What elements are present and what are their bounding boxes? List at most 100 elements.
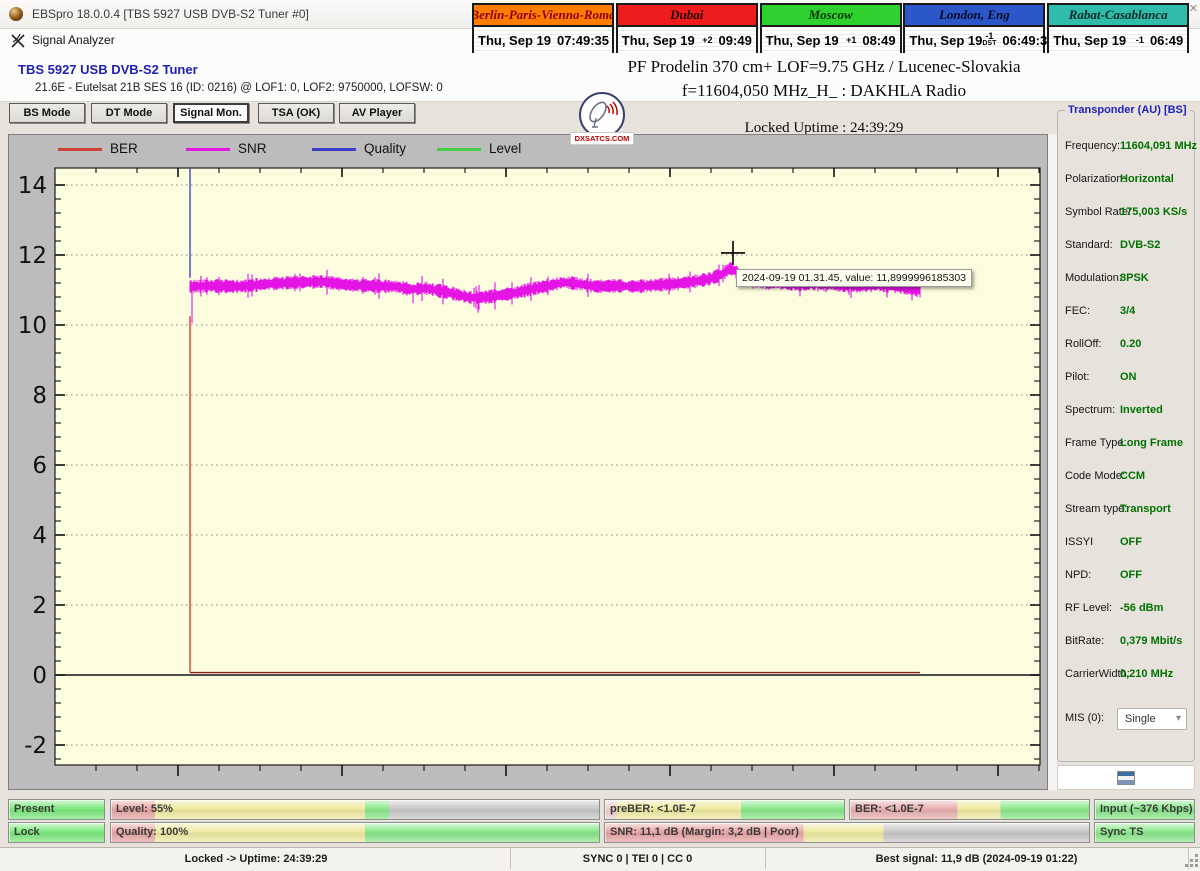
tp-value-10: CCM <box>1120 470 1145 482</box>
tp-value-6: 0.20 <box>1120 338 1141 350</box>
clock-rabat-casablanca: Rabat-Casablanca Thu, Sep 19 -1 06:49 <box>1047 3 1189 53</box>
tuner-name: TBS 5927 USB DVB-S2 Tuner <box>18 62 198 77</box>
clock-moscow: MoscowThu, Sep 19+108:49 <box>760 3 902 53</box>
mis-selected-value: Single <box>1125 713 1156 725</box>
status-syncts: Sync TS <box>1094 822 1195 843</box>
tp-label-6: RollOff: <box>1065 338 1101 350</box>
tp-label-8: Spectrum: <box>1065 404 1115 416</box>
tp-label-14: RF Level: <box>1065 602 1112 614</box>
tp-value-8: Inverted <box>1120 404 1163 416</box>
clock-offset: -1DST <box>982 32 996 48</box>
status-preber: preBER: <1.0E-7 <box>604 799 845 820</box>
frequency-line: f=11604,050 MHz_H_ : DAKHLA Radio <box>450 81 1198 101</box>
status-lock: Lock <box>8 822 105 843</box>
clock-city: Moscow <box>762 5 900 27</box>
tp-value-0: 11604,091 MHz <box>1120 140 1197 152</box>
tp-label-11: Stream type: <box>1065 503 1127 515</box>
transponder-title: Transponder (AU) [BS] <box>1065 104 1190 116</box>
clock-date: Thu, Sep 19 <box>909 33 982 48</box>
tp-label-4: Modulation: <box>1065 272 1122 284</box>
clock-city: Rabat-Casablanca <box>1049 5 1187 27</box>
tp-label-9: Frame Type: <box>1065 437 1127 449</box>
clock-time: 06:49 <box>1150 33 1183 48</box>
status-quality: Quality: 100% <box>110 822 600 843</box>
close-icon[interactable]: ✕ <box>1189 2 1198 15</box>
clock-date: Thu, Sep 19 <box>622 33 695 48</box>
tp-label-10: Code Mode: <box>1065 470 1125 482</box>
satellite-info: 21.6E - Eutelsat 21B SES 16 (ID: 0216) @… <box>35 82 443 94</box>
tp-label-7: Pilot: <box>1065 371 1089 383</box>
stream-list-button[interactable] <box>1057 765 1195 790</box>
dxsatcs-logo: DXSATCS.COM <box>570 92 634 148</box>
tp-label-13: NPD: <box>1065 569 1091 581</box>
tp-value-13: OFF <box>1120 569 1142 581</box>
window-title: EBSpro 18.0.0.4 [TBS 5927 USB DVB-S2 Tun… <box>32 7 309 21</box>
tp-value-9: Long Frame <box>1120 437 1183 449</box>
status-ber: BER: <1.0E-7 <box>849 799 1090 820</box>
tp-value-11: Transport <box>1120 503 1171 515</box>
dish-info-line: PF Prodelin 370 cm+ LOF=9.75 GHz / Lucen… <box>450 57 1198 77</box>
chart-tooltip: 2024-09-19 01.31.45, value: 11,899999618… <box>736 269 972 287</box>
menu-item-signal-analyzer[interactable]: Signal Analyzer <box>32 33 115 47</box>
status-snr: SNR: 11,1 dB (Margin: 3,2 dB | Poor) <box>604 822 1090 843</box>
stack-icon <box>1117 771 1135 785</box>
clock-offset: +2 <box>702 36 712 44</box>
clock-city: Berlin-Paris-Vienna-Roma <box>474 5 612 27</box>
clock-city: London, Eng <box>905 5 1043 27</box>
tp-label-0: Frequency: <box>1065 140 1120 152</box>
app-icon <box>9 7 23 21</box>
status-level: Level: 55% <box>110 799 600 820</box>
tab-av-player[interactable]: AV Player <box>339 103 415 123</box>
svg-text:4: 4 <box>32 523 47 549</box>
tp-value-5: 3/4 <box>1120 305 1135 317</box>
tp-label-3: Standard: <box>1065 239 1113 251</box>
svg-text:-2: -2 <box>24 733 47 759</box>
dish-info-block: PF Prodelin 370 cm+ LOF=9.75 GHz / Lucen… <box>450 57 1198 101</box>
tp-value-16: 0,210 MHz <box>1120 668 1173 680</box>
signal-plot[interactable]: -2 0 2 4 6 8 10 12 14 <box>8 134 1048 790</box>
tab-bs-mode[interactable]: BS Mode <box>9 103 85 123</box>
tp-value-14: -56 dBm <box>1120 602 1163 614</box>
tp-value-4: 8PSK <box>1120 272 1149 284</box>
clock-date: Thu, Sep 19 <box>1053 33 1126 48</box>
tp-value-3: DVB-S2 <box>1120 239 1160 251</box>
tp-label-5: FEC: <box>1065 305 1090 317</box>
svg-text:0: 0 <box>32 663 47 689</box>
svg-text:8: 8 <box>32 383 47 409</box>
tab-dt-mode[interactable]: DT Mode <box>91 103 167 123</box>
svg-text:10: 10 <box>18 313 47 339</box>
panel-gap <box>1048 134 1057 790</box>
resize-grip[interactable] <box>1195 864 1198 867</box>
clock-city: Dubai <box>618 5 756 27</box>
tp-label-15: BitRate: <box>1065 635 1104 647</box>
tp-value-7: ON <box>1120 371 1137 383</box>
status-present: Present <box>8 799 105 820</box>
mis-label: MIS (0): <box>1065 712 1104 724</box>
clock-offset: -1 <box>1136 36 1144 44</box>
tp-value-15: 0,379 Mbit/s <box>1120 635 1182 647</box>
clock-dubai: Dubai Thu, Sep 19 +2 09:49 <box>616 3 758 53</box>
clock-date: Thu, Sep 19 <box>766 33 839 48</box>
clock-date: Thu, Sep 19 <box>478 33 551 48</box>
status-input: Input (~376 Kbps) <box>1094 799 1195 820</box>
svg-text:12: 12 <box>18 243 47 269</box>
statusbar-best-signal: Best signal: 11,9 dB (2024-09-19 01:22) <box>765 848 1189 869</box>
clock-time: 07:49:35 <box>557 33 609 48</box>
chevron-down-icon: ▾ <box>1176 709 1181 729</box>
satellite-dish-icon <box>10 33 26 49</box>
tab-tsa-ok-[interactable]: TSA (OK) <box>258 103 334 123</box>
clock-time: 09:49 <box>719 33 752 48</box>
svg-text:2: 2 <box>32 593 47 619</box>
tab-signal-mon-[interactable]: Signal Mon. <box>173 103 249 123</box>
tp-value-1: Horizontal <box>1120 173 1174 185</box>
mis-select[interactable]: Single ▾ <box>1117 708 1187 730</box>
clock-berlin-paris-vienna-roma: Berlin-Paris-Vienna-Roma Thu, Sep 19 07:49… <box>472 3 614 53</box>
svg-text:14: 14 <box>18 173 47 199</box>
tp-value-2: 175,003 KS/s <box>1120 206 1187 218</box>
logo-text: DXSATCS.COM <box>570 132 634 145</box>
statusbar-sync: SYNC 0 | TEI 0 | CC 0 <box>510 848 766 869</box>
clock-london-eng: London, EngThu, Sep 19-1DST06:49:35 <box>903 3 1045 53</box>
logo-dish-icon <box>583 96 619 132</box>
svg-text:6: 6 <box>32 453 47 479</box>
tp-label-12: ISSYI <box>1065 536 1093 548</box>
